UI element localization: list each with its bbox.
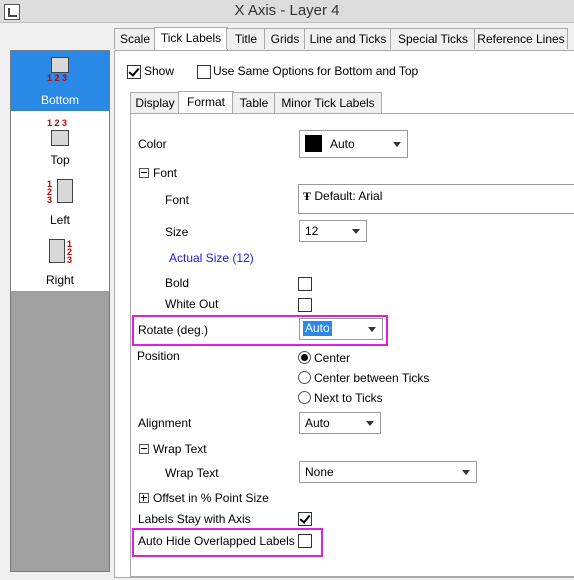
color-label: Color <box>138 137 167 151</box>
axis-selector-panel: 1 2 3 Bottom 1 2 3 Top 123 Left 123 Righ… <box>10 50 110 572</box>
axis-item-label: Bottom <box>40 93 79 107</box>
tab-grids[interactable]: Grids <box>264 28 306 49</box>
stay-with-axis-label: Labels Stay with Axis <box>138 512 251 526</box>
axis-item-label: Left <box>49 213 70 227</box>
axis-item-right[interactable]: 123 Right <box>11 231 109 291</box>
chevron-down-icon <box>368 327 376 332</box>
rotate-label: Rotate (deg.) <box>138 323 209 337</box>
tab-line-and-ticks[interactable]: Line and Ticks <box>304 28 392 49</box>
font-value: Ŧ Default: Arial <box>303 189 383 203</box>
chevron-down-icon <box>462 470 470 475</box>
tab-scale[interactable]: Scale <box>114 28 156 49</box>
same-options-label: Use Same Options for Bottom and Top <box>213 64 419 78</box>
left-axis-icon: 123 <box>45 177 75 205</box>
show-label: Show <box>144 64 175 78</box>
collapse-icon[interactable] <box>139 168 149 178</box>
tab-special-ticks[interactable]: Special Ticks <box>390 28 476 49</box>
axis-item-label: Top <box>50 153 70 167</box>
tab-tick-labels[interactable]: Tick Labels <box>154 27 228 50</box>
chevron-down-icon <box>393 142 401 147</box>
rotate-value: Auto <box>303 321 332 336</box>
subtab-table[interactable]: Table <box>232 92 276 113</box>
tab-reference-lines[interactable]: Reference Lines <box>474 28 568 49</box>
subtab-format[interactable]: Format <box>178 91 234 114</box>
actual-size-link[interactable]: Actual Size (12) <box>169 251 254 265</box>
font-group-label: Font <box>153 166 178 180</box>
position-next-to-ticks-radio[interactable] <box>298 391 311 404</box>
size-dropdown[interactable]: 12 <box>299 220 367 242</box>
size-label: Size <box>165 225 189 239</box>
axis-item-top[interactable]: 1 2 3 Top <box>11 111 109 171</box>
font-type-icon: Ŧ <box>303 189 312 203</box>
bold-checkbox[interactable] <box>298 277 312 291</box>
position-label: Position <box>137 349 180 363</box>
size-value: 12 <box>305 224 319 238</box>
position-option-label: Center <box>314 351 351 365</box>
position-center-radio[interactable] <box>298 351 311 364</box>
wrap-dropdown[interactable]: None <box>299 461 477 483</box>
position-option-label: Next to Ticks <box>314 391 383 405</box>
position-between-ticks-radio[interactable] <box>298 371 311 384</box>
tab-title[interactable]: Title <box>226 28 266 49</box>
position-option-label: Center between Ticks <box>314 371 430 385</box>
stay-with-axis-checkbox[interactable] <box>298 512 312 526</box>
wrap-label: Wrap Text <box>165 466 219 480</box>
subtab-minor-tick-labels[interactable]: Minor Tick Labels <box>274 92 382 113</box>
top-axis-icon: 1 2 3 <box>45 117 75 146</box>
auto-hide-label: Auto Hide Overlapped Labels <box>138 534 295 548</box>
right-axis-icon: 123 <box>45 237 75 265</box>
alignment-value: Auto <box>305 416 330 430</box>
whiteout-label: White Out <box>165 297 219 311</box>
chevron-down-icon <box>366 421 374 426</box>
alignment-dropdown[interactable]: Auto <box>299 412 381 434</box>
expand-icon[interactable] <box>139 493 149 503</box>
offset-group-label: Offset in % Point Size <box>153 491 269 505</box>
color-dropdown[interactable]: Auto <box>299 130 408 158</box>
whiteout-checkbox[interactable] <box>298 298 312 312</box>
axis-item-label: Right <box>45 273 74 287</box>
axis-item-left[interactable]: 123 Left <box>11 171 109 231</box>
alignment-label: Alignment <box>138 416 192 430</box>
chevron-down-icon <box>352 229 360 234</box>
color-value: Auto <box>330 137 355 151</box>
bold-label: Bold <box>165 276 190 290</box>
font-selector[interactable]: Ŧ Default: Arial <box>298 184 574 214</box>
bottom-axis-icon: 1 2 3 <box>45 57 75 85</box>
auto-hide-checkbox[interactable] <box>298 534 312 548</box>
title-bar: X Axis - Layer 4 <box>0 0 574 23</box>
wrap-value: None <box>305 465 334 479</box>
rotate-dropdown[interactable]: Auto <box>299 318 383 340</box>
same-options-checkbox[interactable] <box>197 65 211 79</box>
show-checkbox[interactable] <box>127 65 141 79</box>
axis-item-bottom[interactable]: 1 2 3 Bottom <box>11 51 109 111</box>
subtab-display[interactable]: Display <box>130 92 180 113</box>
wrap-group-label: Wrap Text <box>153 442 207 456</box>
font-label: Font <box>165 193 190 207</box>
color-swatch <box>305 135 322 152</box>
collapse-icon[interactable] <box>139 444 149 454</box>
window-title: X Axis - Layer 4 <box>234 2 340 19</box>
